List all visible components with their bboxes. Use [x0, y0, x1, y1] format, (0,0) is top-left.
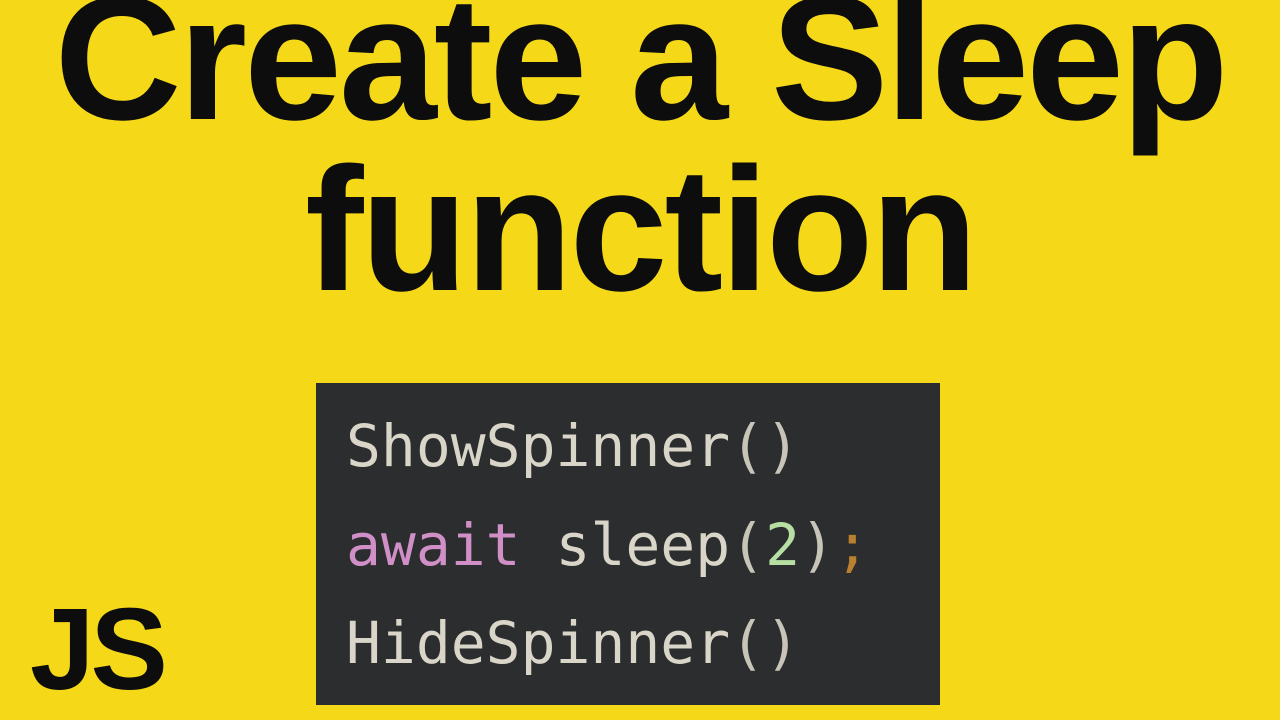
language-badge: JS: [30, 582, 164, 716]
code-open-paren: (: [730, 511, 765, 579]
code-space: [521, 511, 556, 579]
code-line-2: await sleep(2);: [346, 496, 910, 595]
code-fn-showspinner: ShowSpinner: [346, 412, 730, 480]
headline: Create a Sleep function: [0, 0, 1280, 315]
code-parens: (): [730, 412, 800, 480]
code-parens: (): [730, 609, 800, 677]
headline-line-2: function: [0, 145, 1280, 316]
code-snippet: ShowSpinner() await sleep(2); HideSpinne…: [316, 383, 940, 705]
code-line-3: HideSpinner(): [346, 594, 910, 693]
code-keyword-await: await: [346, 511, 521, 579]
headline-line-1: Create a Sleep: [0, 0, 1280, 145]
code-semicolon: ;: [835, 511, 870, 579]
code-close-paren: ): [800, 511, 835, 579]
code-fn-sleep: sleep: [556, 511, 731, 579]
code-number: 2: [765, 511, 800, 579]
code-fn-hidespinner: HideSpinner: [346, 609, 730, 677]
code-line-1: ShowSpinner(): [346, 397, 910, 496]
